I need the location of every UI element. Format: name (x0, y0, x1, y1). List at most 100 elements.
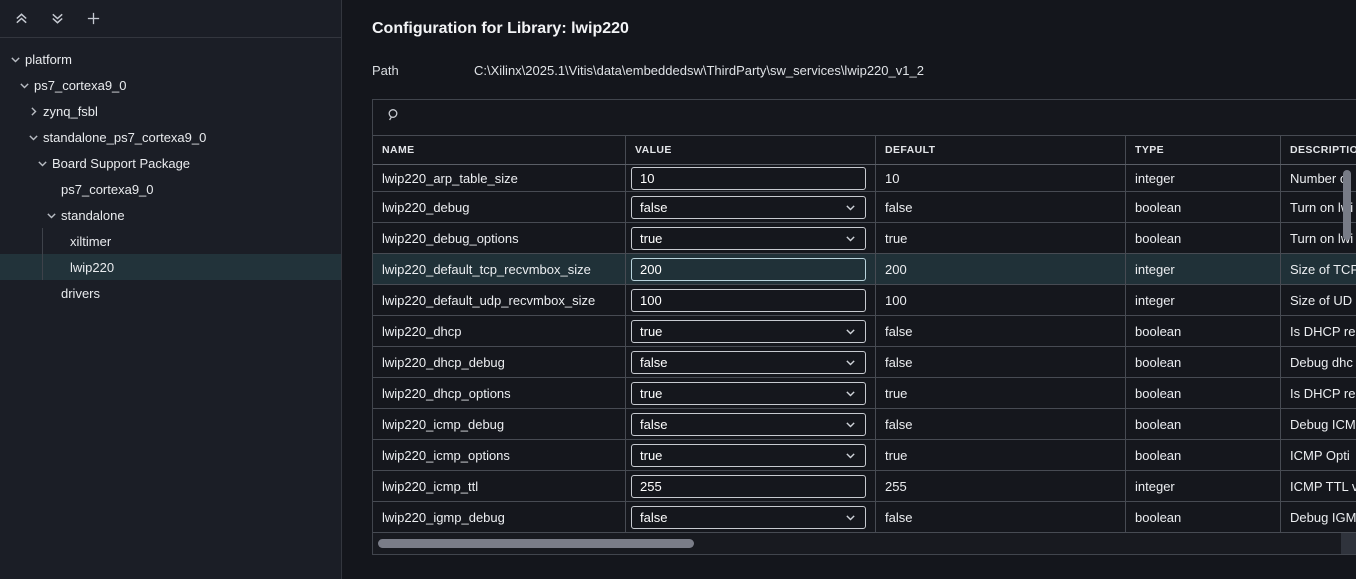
tree-item-label: standalone_ps7_cortexa9_0 (42, 130, 206, 145)
param-description: ICMP Opti (1281, 440, 1356, 470)
tree-item-label: Board Support Package (51, 156, 190, 171)
param-description: Is DHCP re (1281, 316, 1356, 346)
param-type: boolean (1126, 347, 1281, 377)
param-default: false (876, 316, 1126, 346)
value-select[interactable]: false (631, 413, 866, 436)
project-tree: platform ps7_cortexa9_0 zynq_fsbl standalon… (0, 38, 341, 306)
select-value: true (640, 386, 662, 401)
value-select[interactable]: true (631, 444, 866, 467)
column-header-description: DESCRIPTION (1281, 136, 1356, 164)
tree-item-board-support-package[interactable]: Board Support Package (0, 150, 341, 176)
value-input[interactable] (631, 289, 866, 312)
param-value-cell (626, 471, 876, 501)
chevron-right-icon[interactable] (24, 103, 42, 119)
tree-item-ps7-cortexa9-0[interactable]: ps7_cortexa9_0 (0, 72, 341, 98)
horizontal-scrollbar-thumb[interactable] (378, 539, 694, 548)
column-header-name: NAME (373, 136, 626, 164)
expand-all-button[interactable] (46, 8, 68, 30)
param-description: Size of TCP (1281, 254, 1356, 284)
column-header-default: DEFAULT (876, 136, 1126, 164)
param-default: false (876, 347, 1126, 377)
select-value: true (640, 231, 662, 246)
horizontal-scrollbar[interactable] (373, 533, 1356, 554)
param-default: 10 (876, 165, 1126, 191)
param-type: boolean (1126, 192, 1281, 222)
scrollbar-corner (1341, 533, 1356, 554)
value-input[interactable] (631, 475, 866, 498)
indent-guide (42, 228, 43, 254)
value-select[interactable]: false (631, 196, 866, 219)
chevron-down-icon[interactable] (33, 155, 51, 171)
table-body: lwip220_arp_table_size10integerNumber of… (373, 165, 1356, 533)
main-panel: Configuration for Library: lwip220 Path … (342, 0, 1356, 579)
param-default: 200 (876, 254, 1126, 284)
select-value: false (640, 417, 667, 432)
chevron-down-icon[interactable] (6, 51, 24, 67)
param-default: 255 (876, 471, 1126, 501)
value-input[interactable] (631, 258, 866, 281)
collapse-all-button[interactable] (10, 8, 32, 30)
table-row[interactable]: lwip220_default_udp_recvmbox_size100inte… (373, 285, 1356, 316)
chevron-down-icon (844, 511, 857, 524)
page-title: Configuration for Library: lwip220 (372, 20, 1356, 38)
tree-item-standalone-ps7-cortexa9-0[interactable]: standalone_ps7_cortexa9_0 (0, 124, 341, 150)
tree-item-zynq-fsbl[interactable]: zynq_fsbl (0, 98, 341, 124)
value-select[interactable]: false (631, 351, 866, 374)
tree-item-label: ps7_cortexa9_0 (60, 182, 154, 197)
param-default: true (876, 223, 1126, 253)
table-row[interactable]: lwip220_icmp_ttl255integerICMP TTL v (373, 471, 1356, 502)
param-name: lwip220_icmp_options (373, 440, 626, 470)
value-select[interactable]: false (631, 506, 866, 529)
param-name: lwip220_default_udp_recvmbox_size (373, 285, 626, 315)
value-select[interactable]: true (631, 227, 866, 250)
select-value: false (640, 510, 667, 525)
param-name: lwip220_debug (373, 192, 626, 222)
param-type: boolean (1126, 378, 1281, 408)
param-value-cell (626, 254, 876, 284)
collapse-all-icon (14, 11, 29, 26)
param-description: ICMP TTL v (1281, 471, 1356, 501)
param-name: lwip220_icmp_debug (373, 409, 626, 439)
tree-item-ps7-cortexa9-0[interactable]: ps7_cortexa9_0 (0, 176, 341, 202)
tree-item-standalone[interactable]: standalone (0, 202, 341, 228)
chevron-down-icon[interactable] (42, 207, 60, 223)
chevron-down-icon[interactable] (24, 129, 42, 145)
param-type: boolean (1126, 502, 1281, 532)
table-row[interactable]: lwip220_default_tcp_recvmbox_size200inte… (373, 254, 1356, 285)
tree-item-label: drivers (60, 286, 100, 301)
param-type: integer (1126, 285, 1281, 315)
param-name: lwip220_arp_table_size (373, 165, 626, 191)
chevron-down-icon (844, 449, 857, 462)
add-button[interactable] (82, 8, 104, 30)
table-row[interactable]: lwip220_debugfalsefalsebooleanTurn on lw… (373, 192, 1356, 223)
chevron-down-icon[interactable] (15, 77, 33, 93)
value-select[interactable]: true (631, 320, 866, 343)
table-row[interactable]: lwip220_dhcp_optionstruetruebooleanIs DH… (373, 378, 1356, 409)
tree-item-xiltimer[interactable]: xiltimer (0, 228, 341, 254)
table-row[interactable]: lwip220_igmp_debugfalsefalsebooleanDebug… (373, 502, 1356, 533)
chevron-down-icon (844, 387, 857, 400)
param-type: integer (1126, 254, 1281, 284)
tree-item-label: ps7_cortexa9_0 (33, 78, 127, 93)
expand-all-icon (50, 11, 65, 26)
value-select[interactable]: true (631, 382, 866, 405)
value-input[interactable] (631, 167, 866, 190)
table-row[interactable]: lwip220_debug_optionstruetruebooleanTurn… (373, 223, 1356, 254)
tree-item-lwip220[interactable]: lwip220 (0, 254, 341, 280)
table-row[interactable]: lwip220_icmp_optionstruetruebooleanICMP … (373, 440, 1356, 471)
param-name: lwip220_dhcp_debug (373, 347, 626, 377)
table-row[interactable]: lwip220_dhcp_debugfalsefalsebooleanDebug… (373, 347, 1356, 378)
tree-item-platform[interactable]: platform (0, 46, 341, 72)
tree-item-drivers[interactable]: drivers (0, 280, 341, 306)
param-description: Debug dhc (1281, 347, 1356, 377)
param-default: true (876, 440, 1126, 470)
vertical-scrollbar-thumb[interactable] (1343, 170, 1351, 240)
param-type: boolean (1126, 409, 1281, 439)
path-value: C:\Xilinx\2025.1\Vitis\data\embeddedsw\T… (474, 63, 924, 78)
search-input[interactable] (410, 100, 1356, 135)
column-header-type: TYPE (1126, 136, 1281, 164)
table-row[interactable]: lwip220_dhcptruefalsebooleanIs DHCP re (373, 316, 1356, 347)
table-row[interactable]: lwip220_icmp_debugfalsefalsebooleanDebug… (373, 409, 1356, 440)
table-row[interactable]: lwip220_arp_table_size10integerNumber of (373, 165, 1356, 192)
param-default: true (876, 378, 1126, 408)
